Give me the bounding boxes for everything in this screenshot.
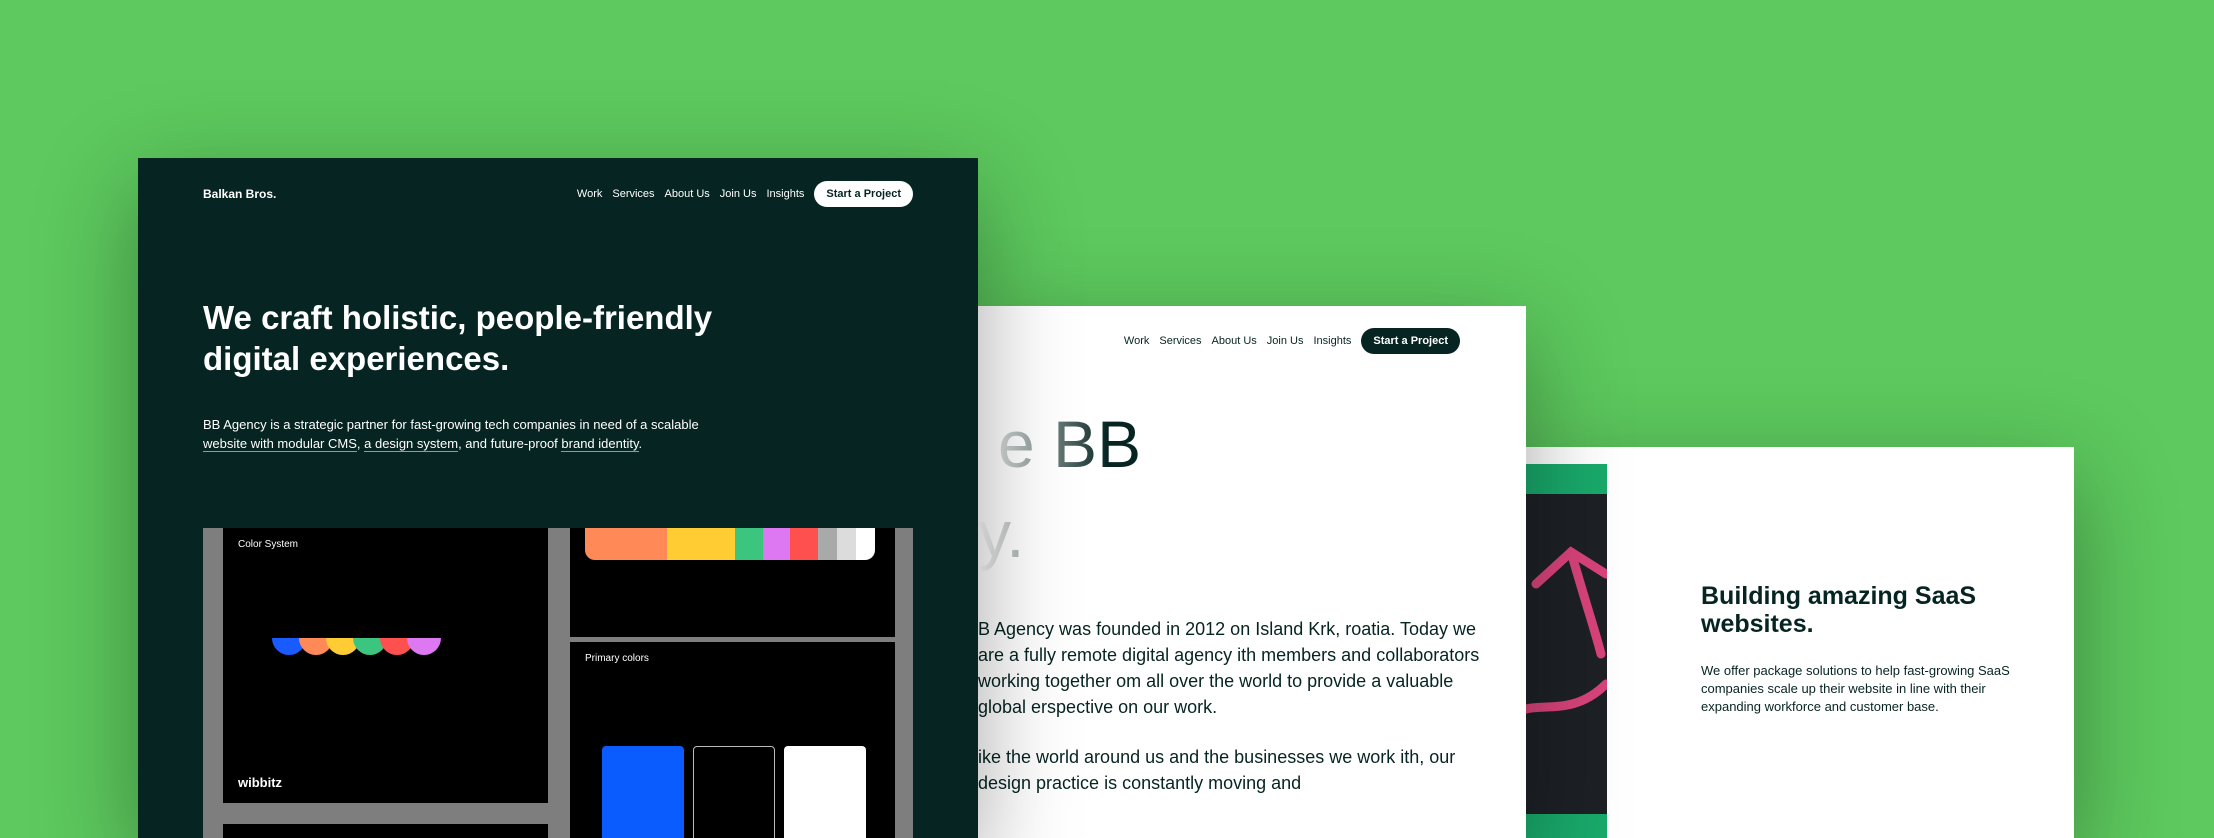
color-swatch (762, 528, 791, 560)
color-swatch (585, 528, 668, 560)
nav-services[interactable]: Services (1159, 335, 1201, 347)
hero-title: We craft holistic, people-friendly digit… (203, 299, 713, 377)
green-bar (1526, 814, 1607, 838)
about-page-card: Work Services About Us Join Us Insights … (978, 306, 1526, 838)
primary-colors-label: Primary colors (585, 653, 649, 664)
color-strip-panel[interactable] (570, 528, 895, 637)
main-nav: Work Services About Us Join Us Insights … (577, 181, 913, 207)
color-swatch (855, 528, 875, 560)
primary-color-swatch (602, 746, 684, 838)
color-semicircle (407, 638, 441, 655)
wibbitz-logo: wibbitz (238, 775, 283, 790)
nav-work[interactable]: Work (577, 188, 602, 200)
dark-homepage-card: Balkan Bros. Work Services About Us Join… (138, 158, 978, 838)
primary-color-swatch (693, 746, 775, 838)
nav-about-us[interactable]: About Us (1212, 335, 1257, 347)
nav-join-us[interactable]: Join Us (720, 188, 757, 200)
case-study-showcase: Color System wibbitz Primary colors (203, 528, 913, 838)
brand-logo[interactable]: Balkan Bros. (203, 187, 276, 201)
bottom-panel (223, 824, 548, 838)
nav-services[interactable]: Services (612, 188, 654, 200)
color-system-panel[interactable]: Color System wibbitz (223, 528, 548, 803)
color-swatch (790, 528, 818, 560)
about-paragraph-2: ike the world around us and the business… (978, 747, 1456, 793)
about-paragraph-1: B Agency was founded in 2012 on Island K… (978, 619, 1480, 717)
nav-work[interactable]: Work (1124, 335, 1149, 347)
color-swatch-strip (585, 528, 875, 560)
color-system-label: Color System (238, 539, 299, 550)
primary-color-swatches (602, 746, 866, 838)
primary-color-swatch (784, 746, 866, 838)
brand-identity-link[interactable]: brand identity (561, 436, 639, 452)
nav-join-us[interactable]: Join Us (1267, 335, 1304, 347)
about-body: B Agency was founded in 2012 on Island K… (978, 616, 1498, 820)
edge-fade (978, 306, 1108, 606)
color-swatch (667, 528, 736, 560)
cms-link[interactable]: website with modular CMS (203, 436, 357, 452)
saas-page-card: Building amazing SaaS websites. We offer… (1526, 447, 2074, 838)
saas-title: Building amazing SaaS websites. (1701, 582, 1977, 638)
pink-arrow-illustration (1526, 546, 1607, 714)
saas-description: We offer package solutions to help fast-… (1701, 663, 2010, 714)
primary-colors-panel[interactable]: Primary colors (570, 642, 895, 838)
nav-insights[interactable]: Insights (1313, 335, 1351, 347)
intro-text-part: BB Agency is a strategic partner for fas… (203, 417, 699, 432)
color-swatch (817, 528, 837, 560)
start-project-button[interactable]: Start a Project (1361, 328, 1460, 354)
start-project-button[interactable]: Start a Project (814, 181, 913, 207)
intro-text: BB Agency is a strategic partner for fas… (203, 415, 703, 453)
nav-insights[interactable]: Insights (766, 188, 804, 200)
semicircle-color-row (272, 638, 441, 655)
design-system-link[interactable]: a design system (364, 436, 459, 452)
color-swatch (735, 528, 763, 560)
nav-about-us[interactable]: About Us (665, 188, 710, 200)
illustration-image (1526, 464, 1607, 838)
intro-text-part: , and future-proof (458, 436, 562, 451)
color-swatch (836, 528, 856, 560)
about-nav: Work Services About Us Join Us Insights … (1124, 328, 1460, 354)
intro-text-part: . (638, 436, 643, 451)
